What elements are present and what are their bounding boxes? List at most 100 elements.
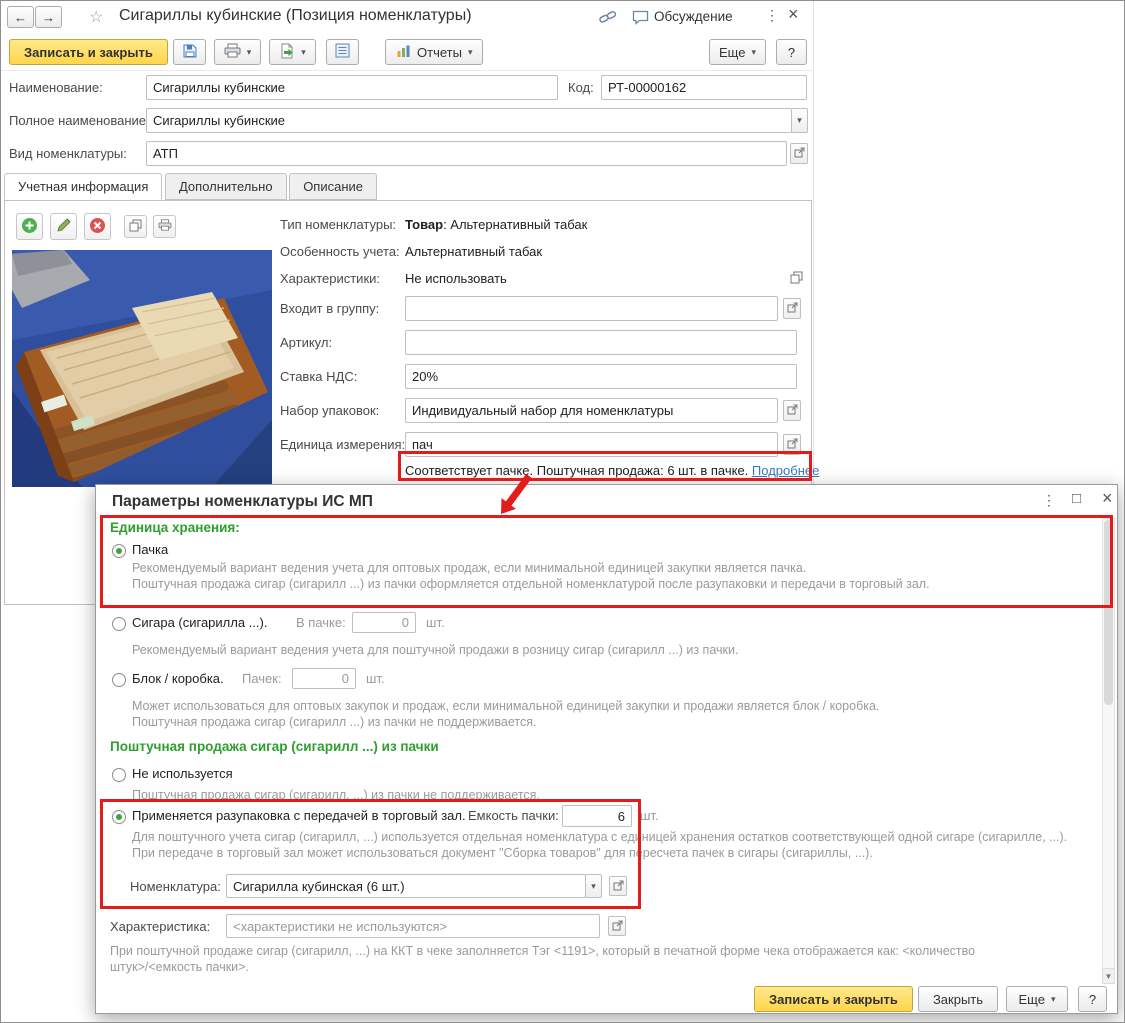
code-label: Код: [568,80,594,95]
packs-open-button[interactable] [783,400,801,421]
dialog-kebab-icon[interactable]: ⋮ [1042,492,1056,509]
radio-cigar-desc: Рекомендуемый вариант ведения учета для … [132,643,739,657]
open-icon [612,919,623,934]
print-image-button[interactable] [153,215,176,238]
help-button[interactable]: ? [776,39,807,65]
capacity-input[interactable] [562,805,632,827]
cigar-qty-label: В пачке: [296,615,346,630]
product-photo[interactable] [12,250,272,487]
dialog-close-icon[interactable]: × [1102,488,1113,509]
characteristics-value: Не использовать [405,271,507,286]
open-icon [787,437,798,452]
kebab-menu-icon[interactable]: ⋮ [765,7,779,24]
radio-cigar-label[interactable]: Сигара (сигарилла ...). [132,615,267,630]
document-arrow-icon [279,43,295,62]
type-value: Товар: Альтернативный табак [405,217,588,232]
radio-unpack-label[interactable]: Применяется разупаковка с передачей в то… [132,808,466,823]
cigar-qty-input[interactable] [352,612,416,633]
chart-icon [396,44,411,61]
tab-description[interactable]: Описание [289,173,378,200]
feature-value: Альтернативный табак [405,244,543,259]
characteristics-open-icon[interactable] [790,271,803,287]
radio-unpack[interactable] [112,810,126,824]
full-name-label: Полное наименование: [9,113,150,128]
radio-box-label[interactable]: Блок / коробка. [132,671,224,686]
unit-open-button[interactable] [783,434,801,455]
unit-input[interactable] [405,432,778,457]
kind-input[interactable] [146,141,787,166]
vat-input[interactable] [405,364,797,389]
full-name-input[interactable] [146,108,792,133]
nomenclature-dropdown-button[interactable]: ▾ [585,874,602,898]
printer-icon [224,43,241,61]
save-close-button[interactable]: Записать и закрыть [9,39,168,65]
type-label: Тип номенклатуры: [280,217,397,232]
nomenclature-input[interactable] [226,874,586,898]
kind-open-button[interactable] [790,143,808,164]
vat-label: Ставка НДС: [280,369,358,384]
delete-image-button[interactable] [84,213,111,240]
favorite-star-icon[interactable]: ☆ [89,7,103,27]
tab-additional[interactable]: Дополнительно [164,173,287,200]
kind-label: Вид номенклатуры: [9,146,127,161]
close-window-icon[interactable]: × [788,4,799,25]
dialog-help-button[interactable]: ? [1078,986,1107,1012]
dialog-maximize-icon[interactable]: □ [1072,490,1081,507]
printer-icon [158,219,172,234]
characteristic-input[interactable] [226,914,600,938]
radio-pack[interactable] [112,544,126,558]
open-image-button[interactable] [124,215,147,238]
radio-cigar[interactable] [112,617,126,631]
radio-not-used-label[interactable]: Не используется [132,766,233,781]
group-input[interactable] [405,296,778,321]
pencil-icon [56,217,72,236]
scrollbar-down-button[interactable]: ▼ [1102,968,1115,984]
discussion-icon [632,10,649,28]
article-input[interactable] [405,330,797,355]
forward-icon: → [42,9,55,25]
link-icon[interactable] [599,10,617,27]
scrollbar-thumb[interactable] [1104,520,1113,705]
windows-icon [129,219,142,235]
dialog-save-close-button[interactable]: Записать и закрыть [754,986,913,1012]
name-label: Наименование: [9,80,103,95]
box-qty-label: Пачек: [242,671,282,686]
edit-image-button[interactable] [50,213,77,240]
packs-label: Набор упаковок: [280,403,380,418]
radio-pack-label[interactable]: Пачка [132,542,168,557]
open-icon [613,879,624,894]
feature-label: Особенность учета: [280,244,400,259]
dialog-more-button[interactable]: Еще ▾ [1006,986,1068,1012]
back-button[interactable]: ← [7,6,34,28]
radio-not-used[interactable] [112,768,126,782]
more-button[interactable]: Еще ▾ [709,39,766,65]
add-image-button[interactable] [16,213,43,240]
forward-button[interactable]: → [35,6,62,28]
characteristic-label: Характеристика: [110,919,211,934]
reports-button[interactable]: Отчеты ▾ [385,39,484,65]
box-qty-input[interactable] [292,668,356,689]
characteristic-open-button[interactable] [608,916,626,936]
details-link[interactable]: Подробнее [752,463,819,478]
print-button[interactable]: ▾ [214,39,261,65]
group-label: Входит в группу: [280,301,380,316]
box-qty-unit: шт. [366,671,385,686]
code-input[interactable] [601,75,807,100]
radio-box[interactable] [112,673,126,687]
radio-unpack-desc: Для поштучного учета сигар (сигарилл, ..… [132,830,1068,860]
full-name-dropdown-button[interactable]: ▾ [791,108,808,133]
list-button[interactable] [326,39,359,65]
nomenclature-open-button[interactable] [609,876,627,896]
app-screen: ← → ☆ Сигариллы кубинские (Позиция номен… [0,0,1125,1023]
discussion-link[interactable]: Обсуждение [654,9,733,24]
packs-input[interactable] [405,398,778,423]
tab-accounting-info[interactable]: Учетная информация [4,173,163,200]
name-input[interactable] [146,75,558,100]
window-title: Сигариллы кубинские (Позиция номенклатур… [119,7,472,24]
create-based-on-button[interactable]: ▾ [269,39,316,65]
dialog-close-button[interactable]: Закрыть [918,986,998,1012]
save-button[interactable] [173,39,206,65]
group-open-button[interactable] [783,298,801,319]
floppy-icon [182,43,198,62]
dialog-title: Параметры номенклатуры ИС МП [112,493,373,510]
